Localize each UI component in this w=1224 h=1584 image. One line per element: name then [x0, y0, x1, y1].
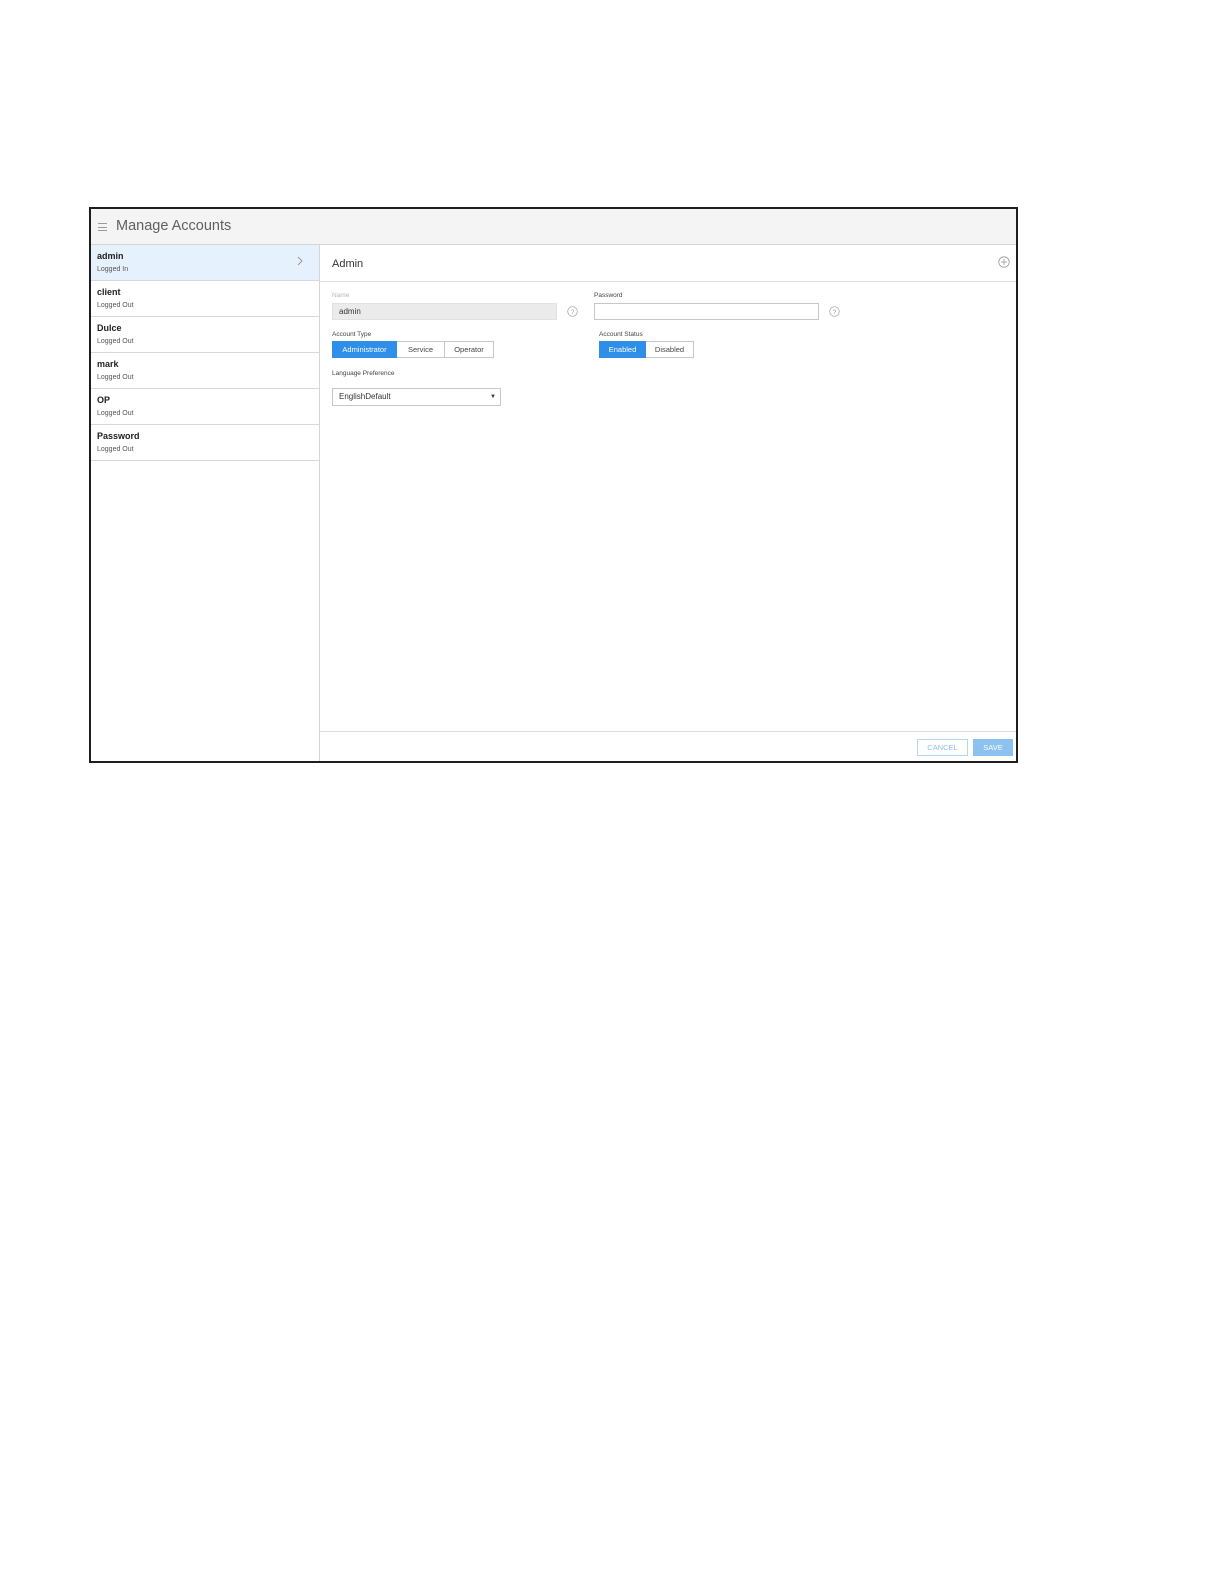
svg-text:?: ?	[571, 309, 575, 316]
detail-title: Admin	[332, 258, 364, 270]
accounts-sidebar: admin Logged In client Logged Out Dulce …	[91, 245, 320, 761]
language-preference-select[interactable]: EnglishDefault ▼	[332, 388, 501, 406]
caret-down-icon: ▼	[490, 394, 496, 400]
help-icon[interactable]: ?	[829, 306, 840, 317]
name-label: Name	[332, 292, 350, 299]
language-preference-label: Language Preference	[332, 370, 395, 377]
save-button[interactable]: SAVE	[973, 739, 1013, 756]
account-item-client[interactable]: client Logged Out	[91, 281, 319, 317]
app-title: Manage Accounts	[116, 218, 232, 234]
account-name: OP	[97, 395, 111, 405]
account-status: Logged Out	[97, 446, 134, 453]
account-status-disabled[interactable]: Disabled	[646, 341, 694, 358]
account-status: Logged Out	[97, 338, 134, 345]
account-status: Logged Out	[97, 302, 134, 309]
account-status-label: Account Status	[599, 331, 643, 338]
account-type-label: Account Type	[332, 331, 372, 338]
password-label: Password	[594, 292, 623, 299]
account-item-password[interactable]: Password Logged Out	[91, 425, 319, 461]
language-preference-value: EnglishDefault	[339, 392, 391, 401]
svg-text:?: ?	[833, 309, 837, 316]
account-type-service[interactable]: Service	[397, 341, 445, 358]
chevron-right-icon	[297, 256, 303, 266]
account-item-dulce[interactable]: Dulce Logged Out	[91, 317, 319, 353]
account-item-admin[interactable]: admin Logged In	[91, 245, 319, 281]
account-name: Dulce	[97, 323, 122, 333]
detail-header: Admin	[320, 245, 1016, 282]
account-status-selector: Enabled Disabled	[599, 341, 694, 358]
password-field[interactable]	[594, 303, 819, 320]
account-name: mark	[97, 359, 119, 369]
account-name: Password	[97, 431, 140, 441]
title-bar: Manage Accounts	[91, 209, 1016, 245]
account-name: admin	[97, 251, 124, 261]
account-status: Logged Out	[97, 374, 134, 381]
account-status-enabled[interactable]: Enabled	[599, 341, 646, 358]
account-status: Logged Out	[97, 410, 134, 417]
help-icon[interactable]: ?	[567, 306, 578, 317]
plus-circle-icon[interactable]	[998, 256, 1010, 268]
account-type-administrator[interactable]: Administrator	[332, 341, 397, 358]
account-status: Logged In	[97, 266, 129, 273]
detail-footer: CANCEL SAVE	[320, 731, 1016, 762]
account-item-op[interactable]: OP Logged Out	[91, 389, 319, 425]
name-field: admin	[332, 303, 557, 320]
account-item-mark[interactable]: mark Logged Out	[91, 353, 319, 389]
account-name: client	[97, 287, 121, 297]
account-type-selector: Administrator Service Operator	[332, 341, 494, 358]
hamburger-icon[interactable]	[98, 223, 107, 231]
manage-accounts-window: Manage Accounts admin Logged In client L…	[89, 207, 1018, 763]
account-detail-panel: Admin Name admin ? Password ? Account Ty…	[320, 245, 1016, 761]
cancel-button[interactable]: CANCEL	[917, 739, 968, 756]
account-type-operator[interactable]: Operator	[445, 341, 494, 358]
